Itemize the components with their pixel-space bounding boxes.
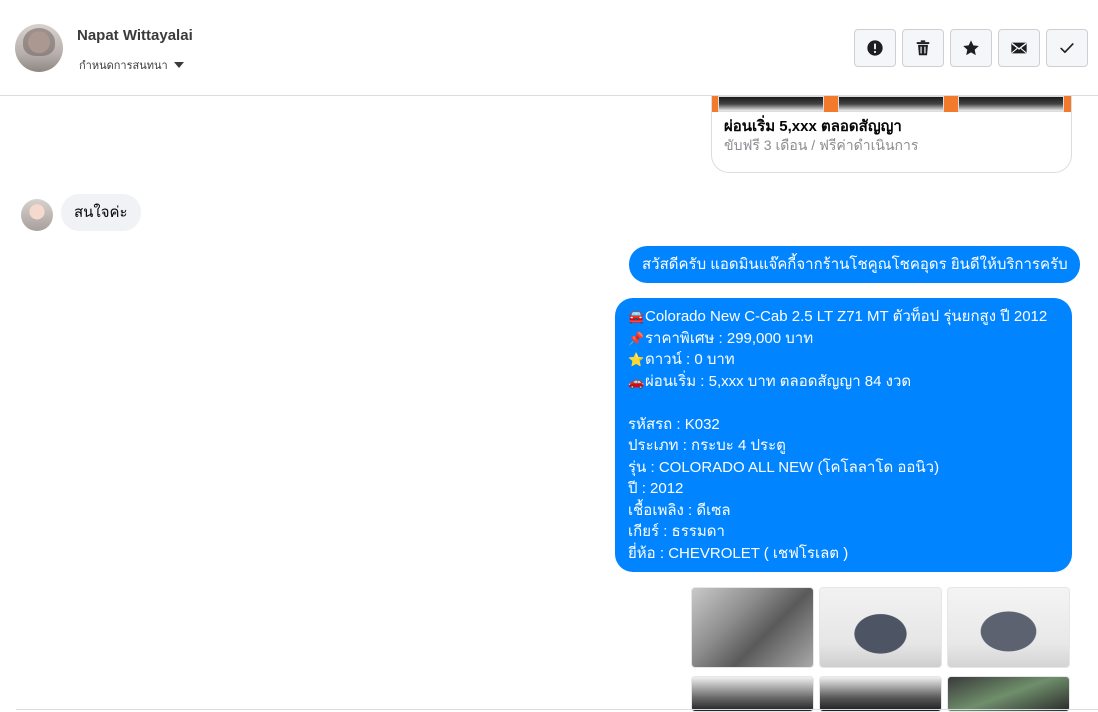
contact-name[interactable]: Napat Wittayalai <box>77 27 193 44</box>
divider <box>16 709 1098 710</box>
detail-line: 📌ราคาพิเศษ : 299,000 บาท <box>628 328 1060 350</box>
car-icon: 🚘 <box>628 309 645 324</box>
trash-icon <box>916 40 930 56</box>
mark-unread-button[interactable] <box>998 29 1040 67</box>
conversation-header: Napat Wittayalai กำหนดการสนทนา <box>0 0 1098 96</box>
delete-button[interactable] <box>902 29 944 67</box>
card-thumb <box>838 96 944 112</box>
star-emoji-icon: ⭐ <box>628 352 645 367</box>
incoming-message[interactable]: สนใจค่ะ <box>61 194 141 231</box>
card-image-strip <box>712 96 1071 112</box>
detail-line: ⭐ดาวน์ : 0 บาท <box>628 349 1060 371</box>
star-button[interactable] <box>950 29 992 67</box>
outgoing-message-details[interactable]: 🚘Colorado New C-Cab 2.5 LT Z71 MT ตัวท็อ… <box>615 298 1072 572</box>
detail-line: 🚘Colorado New C-Cab 2.5 LT Z71 MT ตัวท็อ… <box>628 306 1060 328</box>
conversation-setting-label: กำหนดการสนทนา <box>79 60 168 72</box>
detail-line: 🚗ผ่อนเริ่ม : 5,xxx บาท ตลอดสัญญา 84 งวด <box>628 371 1060 393</box>
conversation-setting-dropdown[interactable]: กำหนดการสนทนา <box>79 56 184 74</box>
detail-line: ยี่ห้อ : CHEVROLET ( เชฟโรเลต ) <box>628 544 849 562</box>
outgoing-message-greeting[interactable]: สวัสดีครับ แอดมินแจ๊คกี้จากร้านโชคูณโชคอ… <box>629 246 1080 283</box>
contact-avatar[interactable] <box>15 24 63 72</box>
report-button[interactable] <box>854 29 896 67</box>
car-photo[interactable] <box>691 676 814 712</box>
check-icon <box>1060 43 1074 54</box>
car-photo[interactable] <box>819 676 942 712</box>
caret-down-icon <box>173 62 184 68</box>
detail-line: เกียร์ : ธรรมดา <box>628 523 725 540</box>
car-photo-interior[interactable] <box>691 587 814 668</box>
ad-card-preview[interactable]: ผ่อนเริ่ม 5,xxx ตลอดสัญญา ขับฟรี 3 เดือน… <box>711 96 1072 173</box>
card-thumb <box>718 96 824 112</box>
card-thumb <box>958 96 1064 112</box>
pin-icon: 📌 <box>628 330 645 346</box>
header-actions <box>854 29 1088 67</box>
star-icon <box>963 40 979 56</box>
car-photo-rear[interactable] <box>947 587 1070 668</box>
alert-icon <box>867 40 883 56</box>
car-photo-front[interactable] <box>819 587 942 668</box>
detail-line: รุ่น : COLORADO ALL NEW (โคโลลาโด ออนิว) <box>628 458 940 476</box>
sender-avatar[interactable] <box>21 199 53 231</box>
car-photo[interactable] <box>947 676 1070 712</box>
detail-line: ปี : 2012 <box>628 480 684 497</box>
detail-line: รหัสรถ : K032 <box>628 415 720 433</box>
detail-line: เชื้อเพลิง : ดีเซล <box>628 501 731 519</box>
mail-icon <box>1011 42 1027 54</box>
mark-done-button[interactable] <box>1046 29 1088 67</box>
card-subtitle: ขับฟรี 3 เดือน / ฟรีค่าดำเนินการ <box>724 137 919 153</box>
detail-line: ประเภท : กระบะ 4 ประตู <box>628 437 786 454</box>
car-small-icon: 🚗 <box>628 373 645 389</box>
